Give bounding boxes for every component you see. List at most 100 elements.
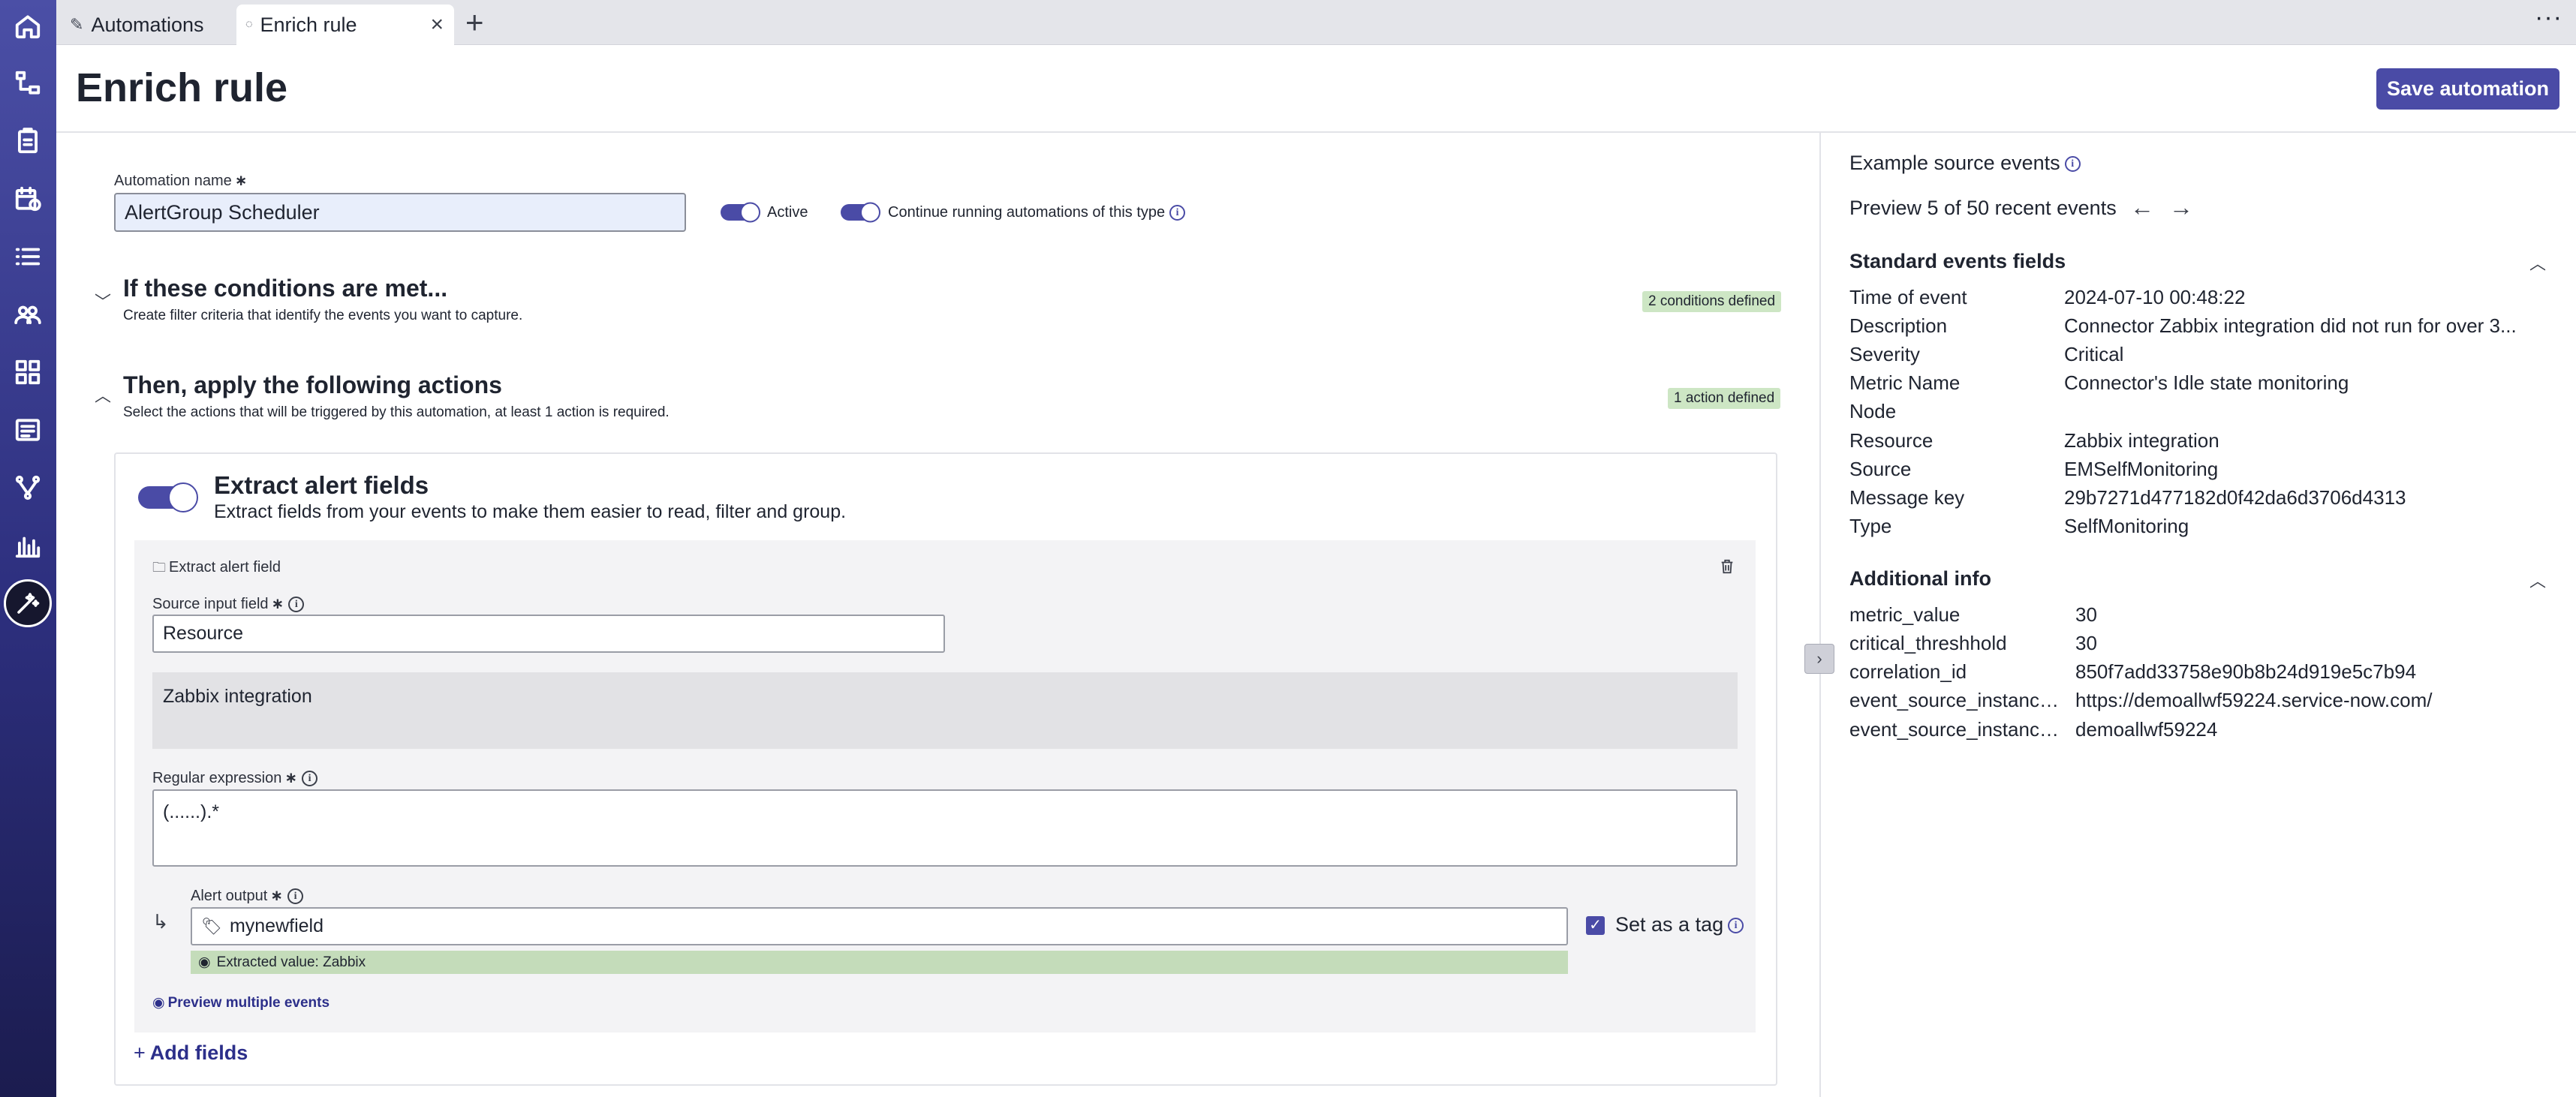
automation-name-label-text: Automation name xyxy=(114,173,232,189)
example-source-events-label: Example source events i xyxy=(1849,152,2081,175)
field-value: demoallwf59224 xyxy=(2075,718,2218,741)
field-value: Connector Zabbix integration did not run… xyxy=(2064,314,2517,337)
tab-enrich-rule[interactable]: ◌ Enrich rule × xyxy=(236,5,454,45)
clipboard-icon[interactable] xyxy=(11,124,45,158)
alert-output-label-text: Alert output xyxy=(191,888,268,904)
add-fields-button[interactable]: + Add fields xyxy=(134,1041,248,1065)
info-icon[interactable]: i xyxy=(302,771,318,787)
bar-chart-icon[interactable] xyxy=(11,528,45,563)
field-value: 29b7271d477182d0f42da6d3706d4313 xyxy=(2064,486,2406,509)
field-value: SelfMonitoring xyxy=(2064,515,2189,537)
add-tab-icon[interactable]: + xyxy=(465,5,484,41)
conditions-title[interactable]: If these conditions are met... xyxy=(123,275,447,302)
set-as-tag-checkbox[interactable]: ✓ xyxy=(1586,916,1605,935)
tab-bar: ✎ Automations ◌ Enrich rule × + ··· xyxy=(56,0,2576,45)
branch-icon[interactable] xyxy=(11,470,45,505)
continue-running-label-text: Continue running automations of this typ… xyxy=(888,204,1166,221)
field-key: correlation_id xyxy=(1849,660,1967,683)
set-as-tag-label: Set as a tag i xyxy=(1615,913,1744,936)
field-key: Type xyxy=(1849,515,1892,537)
regular-expression-input[interactable]: (......).* xyxy=(152,789,1738,867)
preview-multiple-events-text: Preview multiple events xyxy=(167,995,330,1011)
close-icon[interactable]: × xyxy=(430,12,444,38)
more-options-icon[interactable]: ··· xyxy=(2535,3,2562,32)
field-key: Node xyxy=(1849,400,1897,422)
example-source-events-text: Example source events xyxy=(1849,152,2060,174)
field-value: Zabbix integration xyxy=(2064,429,2219,452)
chevron-down-icon[interactable]: ﹀ xyxy=(95,289,111,313)
extract-alert-field-label-text: Extract alert field xyxy=(169,559,281,576)
chevron-up-icon[interactable]: ︿ xyxy=(2529,568,2546,592)
extracted-value-banner: ◉ Extracted value: Zabbix xyxy=(191,951,1568,974)
table-icon[interactable] xyxy=(11,413,45,447)
source-input-field[interactable]: Resource xyxy=(152,615,945,653)
extract-alert-field-label: 🗀 Extract alert field xyxy=(152,558,281,581)
info-icon[interactable]: i xyxy=(2064,156,2081,173)
list-icon[interactable] xyxy=(11,239,45,274)
chevron-up-icon[interactable]: ︿ xyxy=(95,383,111,407)
field-key: Time of event xyxy=(1849,286,1967,308)
alert-output-value: mynewfield xyxy=(229,915,324,936)
automation-wand-icon[interactable] xyxy=(4,579,52,627)
extract-alert-fields-subtitle: Extract fields from your events to make … xyxy=(214,501,847,522)
topology-icon[interactable] xyxy=(11,66,45,101)
regular-expression-label-text: Regular expression xyxy=(152,770,282,786)
toggle-knob xyxy=(168,482,198,512)
info-icon[interactable]: i xyxy=(288,597,305,613)
actions-subtitle: Select the actions that will be triggere… xyxy=(123,404,670,420)
tab-label: Enrich rule xyxy=(260,13,357,36)
folder-icon: 🗀 xyxy=(152,560,166,575)
chevron-up-icon[interactable]: ︿ xyxy=(2529,251,2546,275)
field-value: 30 xyxy=(2075,603,2097,626)
arrow-right-icon[interactable]: → xyxy=(2169,194,2193,221)
field-key: Message key xyxy=(1849,486,1965,509)
automation-name-label: Automation name ∗ xyxy=(114,173,248,189)
chevron-right-icon[interactable]: › xyxy=(1804,644,1834,674)
field-value: 30 xyxy=(2075,632,2097,654)
preview-multiple-events-link[interactable]: ◉ Preview multiple events xyxy=(152,994,330,1011)
conditions-subtitle: Create filter criteria that identify the… xyxy=(123,308,523,323)
plus-icon: + xyxy=(134,1041,146,1064)
field-value: Connector's Idle state monitoring xyxy=(2064,371,2349,394)
actions-title[interactable]: Then, apply the following actions xyxy=(123,371,502,399)
field-key: critical_threshhold xyxy=(1849,632,2007,654)
tab-label: Automations xyxy=(91,13,204,36)
toggle-knob xyxy=(740,202,760,223)
left-nav xyxy=(0,0,56,1097)
eye-icon: ◉ xyxy=(152,995,165,1011)
info-icon[interactable]: i xyxy=(287,888,304,905)
continue-running-toggle[interactable] xyxy=(841,202,880,223)
active-toggle[interactable] xyxy=(721,202,760,223)
set-as-tag-label-text: Set as a tag xyxy=(1615,913,1724,936)
dashboard-grid-icon[interactable] xyxy=(11,355,45,389)
extract-alert-fields-title: Extract alert fields xyxy=(214,471,429,499)
source-input-field-label: Source input field ∗ i xyxy=(152,594,305,613)
info-icon[interactable]: i xyxy=(1728,918,1744,934)
field-value: 850f7add33758e90b8b24d919e5c7b94 xyxy=(2075,660,2417,683)
home-icon[interactable] xyxy=(11,9,45,44)
save-automation-button[interactable]: Save automation xyxy=(2376,68,2559,110)
trash-icon[interactable] xyxy=(1719,557,1735,576)
automation-name-input[interactable] xyxy=(114,193,686,232)
alert-output-input[interactable]: 🏷 mynewfield xyxy=(191,907,1568,945)
regular-expression-label: Regular expression ∗ i xyxy=(152,768,318,787)
toggle-knob xyxy=(860,202,880,223)
add-fields-text: Add fields xyxy=(149,1041,248,1064)
field-key: event_source_instance... xyxy=(1849,718,2060,741)
calendar-icon[interactable] xyxy=(11,182,45,216)
users-icon[interactable] xyxy=(11,297,45,332)
loading-icon: ◌ xyxy=(245,18,253,31)
pencil-icon: ✎ xyxy=(70,15,84,34)
field-value: 2024-07-10 00:48:22 xyxy=(2064,286,2246,308)
field-key: metric_value xyxy=(1849,603,1961,626)
field-key: Severity xyxy=(1849,343,1920,365)
eye-icon: ◉ xyxy=(198,954,211,970)
info-icon[interactable]: i xyxy=(1169,205,1186,221)
arrow-left-icon[interactable]: ← xyxy=(2130,194,2154,221)
return-arrow-icon: ↳ xyxy=(152,910,169,933)
extract-alert-fields-toggle[interactable] xyxy=(138,482,198,512)
additional-info-title[interactable]: Additional info xyxy=(1849,567,1991,591)
field-key: Metric Name xyxy=(1849,371,1961,394)
standard-events-title[interactable]: Standard events fields xyxy=(1849,250,2066,273)
field-value: Critical xyxy=(2064,343,2124,365)
